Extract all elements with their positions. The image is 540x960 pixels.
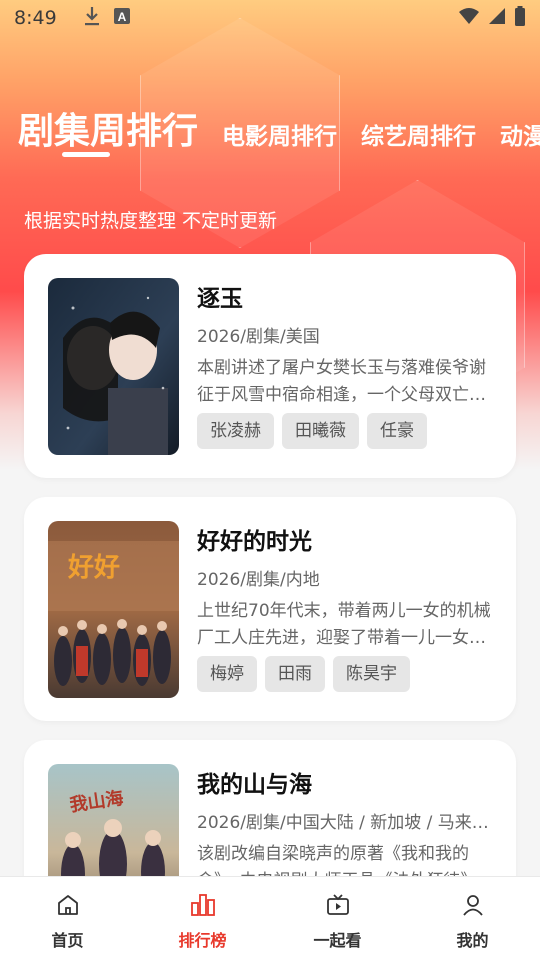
show-description: 本剧讲述了屠户女樊长玉与落难侯爷谢征于风雪中宿命相逢，一个父母双亡、一个身负血仇… [197, 358, 486, 405]
battery-icon [514, 6, 526, 30]
person-icon [461, 893, 485, 921]
poster-image: 好好 [48, 521, 179, 698]
show-title: 我的山与海 [197, 772, 312, 798]
poster-image [48, 278, 179, 455]
signal-icon [488, 7, 506, 29]
nav-watch-together[interactable]: 一起看 [270, 877, 405, 960]
status-time: 8:49 [14, 7, 57, 29]
download-icon [83, 6, 101, 30]
nav-watch-together-label: 一起看 [313, 931, 362, 950]
svg-text:好好: 好好 [67, 553, 120, 583]
keyboard-a-icon: A [113, 7, 131, 29]
svg-text:A: A [117, 10, 126, 24]
actor-tag[interactable]: 田雨 [265, 656, 325, 692]
show-meta: 2026/剧集/中国大陆 / 新加坡 / 马来西亚 [197, 813, 497, 833]
bottom-navigation: 首页 排行榜 一起看 我的 [0, 876, 540, 960]
show-meta: 2026/剧集/内地 [197, 570, 320, 590]
nav-profile-label: 我的 [456, 931, 489, 950]
tab-variety-weekly[interactable]: 综艺周排行 [361, 122, 476, 160]
wifi-icon [458, 7, 480, 29]
actor-tag[interactable]: 任豪 [367, 413, 427, 449]
nav-ranking[interactable]: 排行榜 [135, 877, 270, 960]
ranking-subtitle: 根据实时热度整理 不定时更新 [24, 210, 278, 232]
nav-profile[interactable]: 我的 [405, 877, 540, 960]
rank-card[interactable]: 逐玉 2026/剧集/美国 本剧讲述了屠户女樊长玉与落难侯爷谢征于风雪中宿命相逢… [24, 254, 516, 478]
actor-tag[interactable]: 田曦薇 [282, 413, 359, 449]
nav-home[interactable]: 首页 [0, 877, 135, 960]
chart-icon [190, 893, 216, 921]
rank-card[interactable]: 好好 好好的时光 2026/剧集/内地 上世纪70年代末，带着两儿一女的机械厂工… [24, 497, 516, 721]
tv-icon [326, 893, 350, 921]
actor-tag[interactable]: 张凌赫 [197, 413, 274, 449]
nav-home-label: 首页 [51, 931, 84, 950]
actor-tag[interactable]: 梅婷 [197, 656, 257, 692]
status-bar: 8:49 A [0, 0, 540, 36]
actor-tag[interactable]: 陈昊宇 [333, 656, 410, 692]
tab-movie-weekly[interactable]: 电影周排行 [222, 122, 337, 160]
ranking-tabs: 剧集周排行 电影周排行 综艺周排行 动漫 [18, 100, 540, 160]
show-title: 好好的时光 [197, 529, 312, 555]
home-icon [56, 893, 80, 921]
show-meta: 2026/剧集/美国 [197, 327, 320, 347]
show-description: 上世纪70年代末，带着两儿一女的机械厂工人庄先进，迎娶了带着一儿一女的寡妇黄玲，… [197, 601, 491, 648]
tab-anime[interactable]: 动漫 [500, 122, 540, 160]
nav-ranking-label: 排行榜 [178, 931, 227, 950]
active-tab-indicator [62, 152, 110, 157]
show-title: 逐玉 [197, 286, 243, 312]
